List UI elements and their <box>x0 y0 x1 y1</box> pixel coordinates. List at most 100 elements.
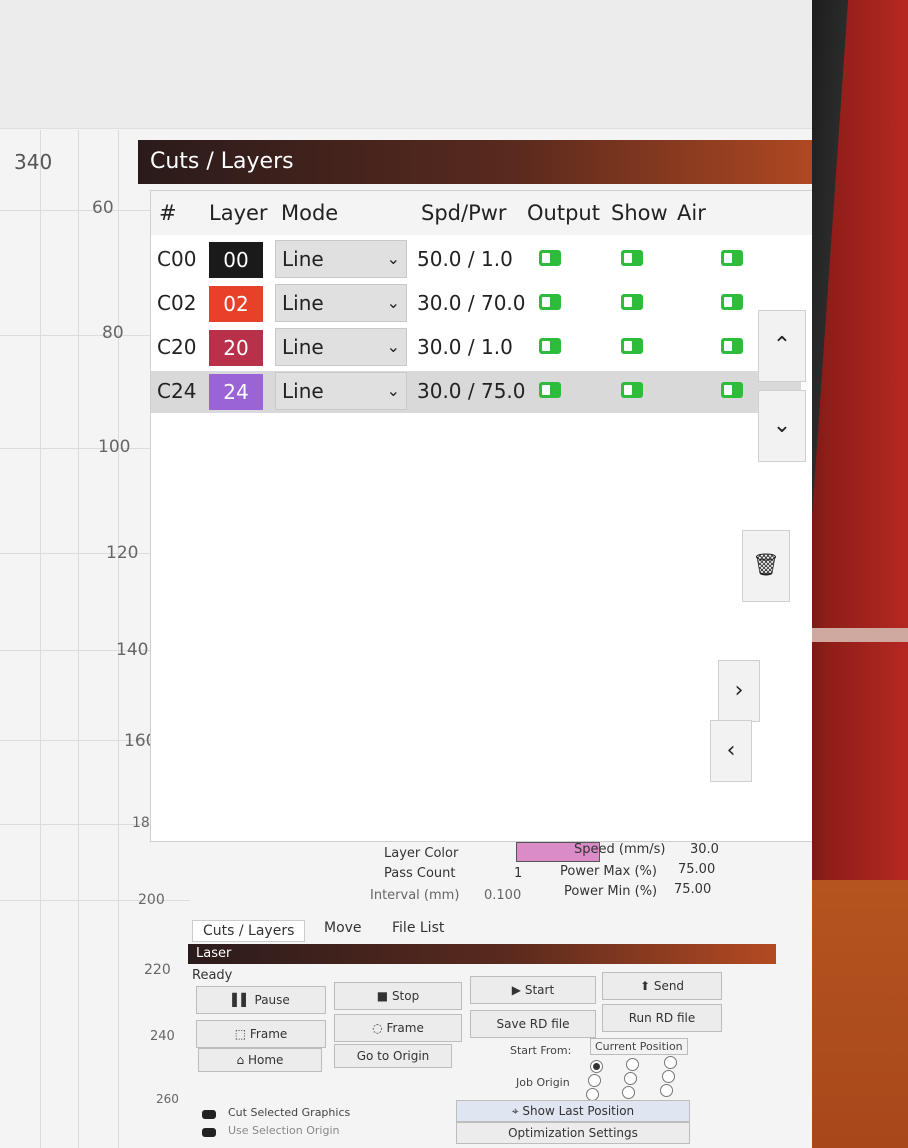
move-up-icon[interactable]: ⌃ <box>758 310 806 382</box>
chevron-down-icon: ⌄ <box>386 337 400 356</box>
mode-value: Line <box>282 379 324 403</box>
play-icon: ▶ <box>511 983 522 997</box>
panel-title: Cuts / Layers <box>138 140 812 184</box>
stop-label: Stop <box>391 989 420 1003</box>
mode-select[interactable]: Line ⌄ <box>275 328 407 366</box>
column-header: Spd/Pwr <box>421 201 507 225</box>
optimization-settings-button[interactable]: Optimization Settings <box>456 1122 690 1144</box>
cuts-layers-panel: Cuts / Layers ⧉ × # Layer Mode Spd/Pwr O… <box>138 140 812 1148</box>
frame-label: Frame <box>249 1027 288 1041</box>
layer-color-chip[interactable]: 00 <box>209 242 263 278</box>
chevron-down-icon: ⌄ <box>386 249 400 268</box>
save-rd-button[interactable]: Save RD file <box>470 1010 596 1038</box>
show-toggle[interactable] <box>621 250 643 266</box>
job-origin-radio[interactable] <box>664 1056 677 1069</box>
power-max-value[interactable]: 75.00 <box>678 862 715 877</box>
speed-power: 30.0 / 75.0 <box>417 379 526 403</box>
home-label: Home <box>248 1053 284 1067</box>
show-last-position-button[interactable]: ⌖ Show Last Position <box>456 1100 690 1122</box>
upload-icon: ⬆ <box>639 979 650 993</box>
output-toggle[interactable] <box>539 250 561 266</box>
power-max-label: Power Max (%) <box>560 864 657 879</box>
frame-button[interactable]: ⬚ Frame <box>196 1020 326 1048</box>
show-toggle[interactable] <box>621 382 643 398</box>
move-down-icon[interactable]: ⌄ <box>758 390 806 462</box>
column-header: Layer <box>209 201 268 225</box>
start-button[interactable]: ▶ Start <box>470 976 596 1004</box>
air-toggle[interactable] <box>721 294 743 310</box>
table-row[interactable]: C00 00 Line ⌄ 50.0 / 1.0 <box>151 239 801 281</box>
expand-right-icon[interactable]: › <box>718 660 760 722</box>
power-min-label: Power Min (%) <box>564 884 658 899</box>
frame-rubber-label: Frame <box>386 1021 424 1035</box>
job-origin-radio[interactable] <box>590 1060 603 1073</box>
table-row[interactable]: C02 02 Line ⌄ 30.0 / 70.0 <box>151 283 801 325</box>
tab-cuts-layers[interactable]: Cuts / Layers <box>192 920 306 942</box>
layer-color-chip[interactable]: 24 <box>209 374 263 410</box>
mode-select[interactable]: Line ⌄ <box>275 240 407 278</box>
cut-selected-label: Cut Selected Graphics <box>228 1106 351 1119</box>
layer-number: C20 <box>157 335 197 359</box>
show-toggle[interactable] <box>621 294 643 310</box>
ruler-top-value: 340 <box>14 150 53 174</box>
air-toggle[interactable] <box>721 382 743 398</box>
layer-number: C02 <box>157 291 197 315</box>
interval-value[interactable]: 0.100 <box>484 888 521 903</box>
job-origin-radio[interactable] <box>660 1084 673 1097</box>
delete-icon[interactable]: 🗑 <box>742 530 790 602</box>
collapse-left-icon[interactable]: ‹ <box>710 720 752 782</box>
screen: 340 60 80 100 120 140 160 180 200 220 24… <box>0 0 812 1148</box>
tab-move[interactable]: Move <box>324 920 362 936</box>
output-toggle[interactable] <box>539 382 561 398</box>
table-row-selected[interactable]: C24 24 Line ⌄ 30.0 / 75.0 <box>151 371 801 413</box>
column-header: Output <box>527 201 600 225</box>
start-from-select[interactable]: Current Position <box>590 1038 688 1055</box>
grid-line <box>40 130 41 1148</box>
air-toggle[interactable] <box>721 338 743 354</box>
table-row[interactable]: C20 20 Line ⌄ 30.0 / 1.0 <box>151 327 801 369</box>
job-origin-radio[interactable] <box>626 1058 639 1071</box>
show-toggle[interactable] <box>621 338 643 354</box>
layer-color-chip[interactable]: 02 <box>209 286 263 322</box>
ruler-mark: 120 <box>106 543 139 563</box>
speed-power: 30.0 / 1.0 <box>417 335 513 359</box>
run-rd-button[interactable]: Run RD file <box>602 1004 722 1032</box>
go-to-origin-button[interactable]: Go to Origin <box>334 1044 452 1068</box>
show-last-position-label: Show Last Position <box>522 1104 635 1118</box>
home-button[interactable]: ⌂ Home <box>198 1048 322 1072</box>
grid-line <box>78 130 79 1148</box>
column-header: Mode <box>281 201 339 225</box>
tab-file-list[interactable]: File List <box>392 920 444 936</box>
power-min-value[interactable]: 75.00 <box>674 882 711 897</box>
job-origin-radio[interactable] <box>624 1072 637 1085</box>
job-origin-radio[interactable] <box>622 1086 635 1099</box>
stop-icon: ■ <box>376 989 389 1003</box>
mode-value: Line <box>282 335 324 359</box>
chevron-down-icon: ⌄ <box>386 381 400 400</box>
layer-number: C24 <box>157 379 197 403</box>
cut-selected-checkbox[interactable] <box>202 1110 216 1119</box>
table-header: # Layer Mode Spd/Pwr Output Show Air <box>151 191 812 235</box>
rubber-frame-icon: ◌ <box>372 1021 383 1035</box>
frame-rubber-button[interactable]: ◌ Frame <box>334 1014 462 1042</box>
job-origin-radio[interactable] <box>662 1070 675 1083</box>
speed-value[interactable]: 30.0 <box>690 842 719 857</box>
mode-select[interactable]: Line ⌄ <box>275 284 407 322</box>
stop-button[interactable]: ■ Stop <box>334 982 462 1010</box>
layer-number: C00 <box>157 247 197 271</box>
pause-button[interactable]: ▌▌ Pause <box>196 986 326 1014</box>
output-toggle[interactable] <box>539 294 561 310</box>
laser-panel-title: Laser <box>188 944 776 964</box>
ruler-mark: 60 <box>92 198 114 218</box>
layer-color-chip[interactable]: 20 <box>209 330 263 366</box>
use-selection-checkbox[interactable] <box>202 1128 216 1137</box>
job-origin-radio[interactable] <box>588 1074 601 1087</box>
air-toggle[interactable] <box>721 250 743 266</box>
send-button[interactable]: ⬆ Send <box>602 972 722 1000</box>
mode-select[interactable]: Line ⌄ <box>275 372 407 410</box>
output-toggle[interactable] <box>539 338 561 354</box>
home-icon: ⌂ <box>236 1053 245 1067</box>
pass-count-value[interactable]: 1 <box>514 866 522 881</box>
use-selection-label: Use Selection Origin <box>228 1124 340 1137</box>
speed-label: Speed (mm/s) <box>574 842 666 857</box>
